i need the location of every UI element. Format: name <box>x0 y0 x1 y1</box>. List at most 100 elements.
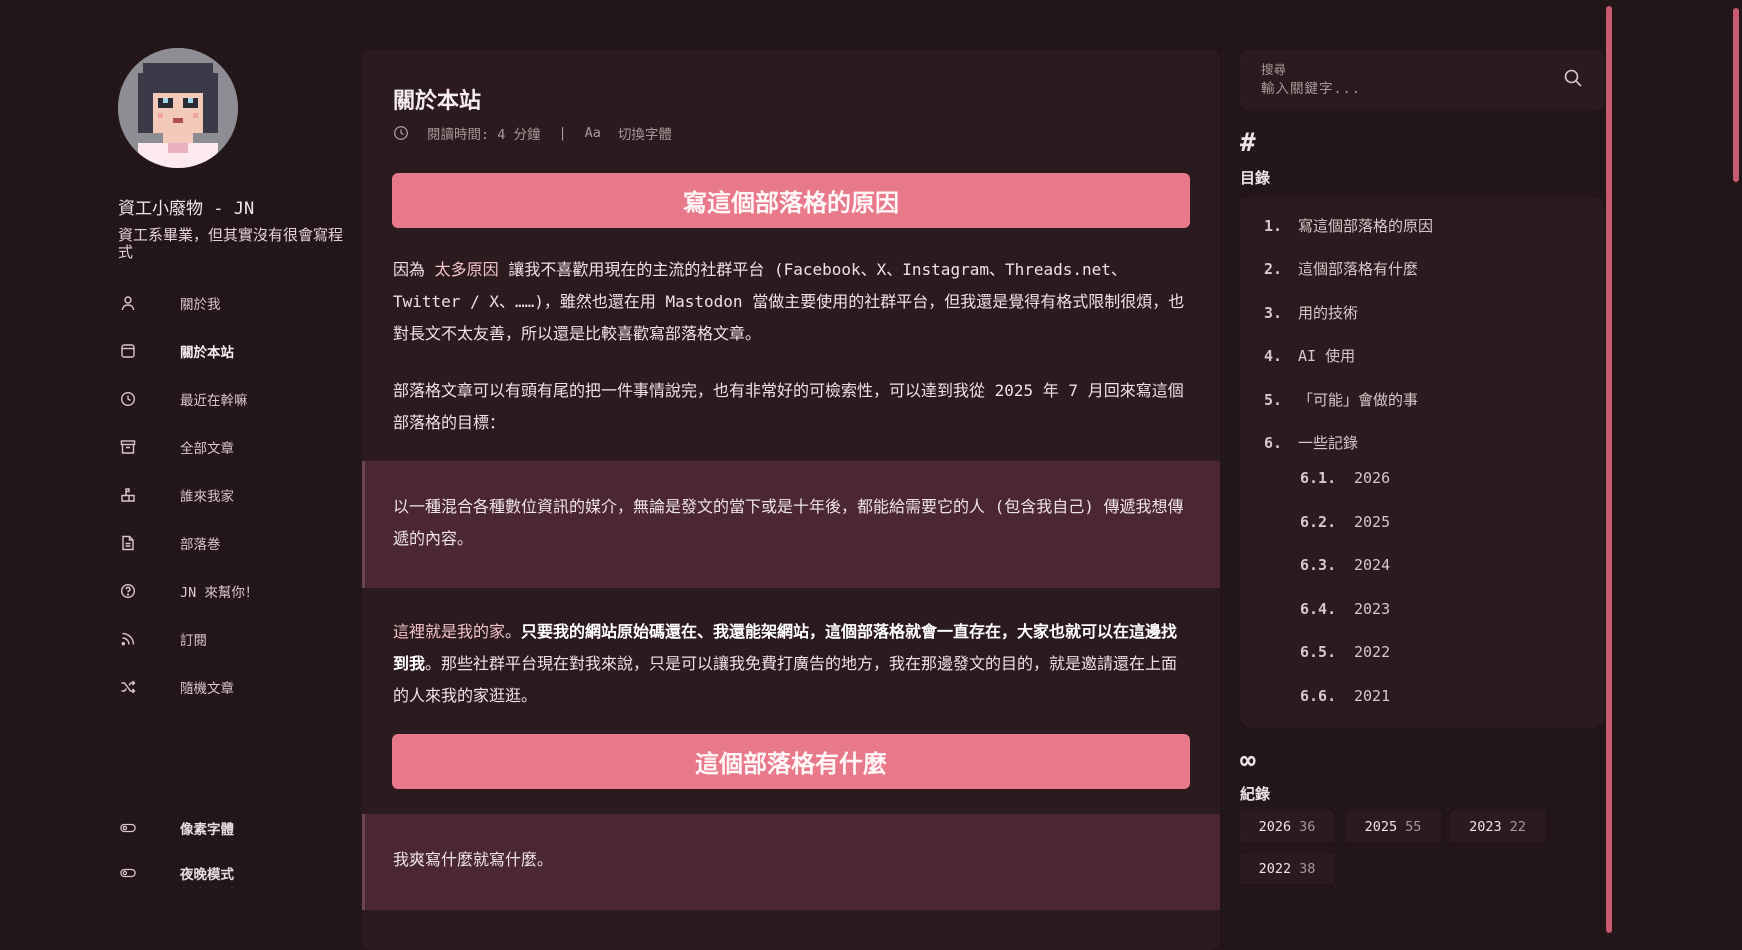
inline-link[interactable]: 這裡就是我的家 <box>393 622 505 641</box>
nav-item-all-posts[interactable]: 全部文章 <box>118 423 358 471</box>
toc-item[interactable]: 5. 「可能」會做的事 <box>1264 389 1418 410</box>
toc-label: 「可能」會做的事 <box>1298 391 1419 409</box>
left-sidebar: 資工小廢物 - JN 資工系畢業，但其實沒有很會寫程式 關於我 關於本站 最近在… <box>118 48 358 711</box>
toc-label: 2026 <box>1354 469 1391 487</box>
archive-year: 2022 <box>1258 860 1292 877</box>
toc-title: 目錄 <box>1240 169 1271 187</box>
nav-item-guestbook[interactable]: 誰來我家 <box>118 471 358 519</box>
archive-count: 38 <box>1299 860 1316 877</box>
nav-label: 訂閱 <box>180 633 207 649</box>
page-scrollbar[interactable] <box>1733 8 1739 182</box>
search-label: 搜尋 <box>1261 62 1287 77</box>
quote-text: 我爽寫什麼就寫什麼。 <box>393 850 554 869</box>
toc-num: 1. <box>1264 216 1283 235</box>
nav-item-about-me[interactable]: 關於我 <box>118 279 358 327</box>
archive-box-icon <box>120 439 136 455</box>
nav-label: 關於本站 <box>180 345 234 361</box>
toc-item[interactable]: 3. 用的技術 <box>1264 302 1358 323</box>
table-of-contents: 1. 寫這個部落格的原因 2. 這個部落格有什麼 3. 用的技術 4. AI 使用 5.… <box>1240 197 1604 727</box>
paragraph-text: 。那些社群平台現在對我來說，只是可以讓我免費打廣告的地方，我在那邊發文的目的，就… <box>393 654 1178 705</box>
font-switch-button[interactable]: 切換字體 <box>618 123 672 143</box>
archive-year-button[interactable]: 2025 55 <box>1345 811 1441 842</box>
archive-year: 2025 <box>1364 818 1398 835</box>
archive-year: 2023 <box>1469 818 1502 835</box>
search-box: 搜尋 <box>1240 50 1604 111</box>
blockquote: 以一種混合各種數位資訊的媒介，無論是發文的當下或是十年後，都能給需要它的人 (包… <box>362 461 1220 588</box>
document-icon <box>120 535 136 551</box>
section-heading: 寫這個部落格的原因 <box>392 173 1190 228</box>
font-switch-icon[interactable]: Aa <box>585 125 601 141</box>
nav-item-random-post[interactable]: 隨機文章 <box>118 663 358 711</box>
pixel-font-toggle[interactable]: 像素字體 <box>118 805 234 850</box>
toc-subitem[interactable]: 6.1. 2026 <box>1300 469 1390 487</box>
toc-label: 用的技術 <box>1298 304 1359 322</box>
reading-time: 閱讀時間: 4 分鐘 <box>427 127 541 143</box>
main-nav: 關於我 關於本站 最近在幹嘛 全部文章 誰來我家 部落巻 JN 來幫你！ 訂閱 <box>118 279 358 711</box>
nav-label: 隨機文章 <box>180 681 234 697</box>
paragraph: 這裡就是我的家。只要我的網站原始碼還在、我還能架網站，這個部落格就會一直存在，大… <box>393 622 1178 705</box>
toc-item[interactable]: 4. AI 使用 <box>1264 345 1355 366</box>
toc-label: 寫這個部落格的原因 <box>1298 217 1434 235</box>
toc-num: 5. <box>1264 390 1283 409</box>
nav-label: 關於我 <box>180 297 221 313</box>
toggle-icon <box>120 820 136 836</box>
toc-subitem[interactable]: 6.2. 2025 <box>1300 513 1390 531</box>
archive-year-button[interactable]: 2022 38 <box>1240 853 1334 884</box>
nav-item-subscribe[interactable]: 訂閱 <box>118 615 358 663</box>
mailbox-icon <box>120 487 136 503</box>
nav-item-recent[interactable]: 最近在幹嘛 <box>118 375 358 423</box>
toc-subitem[interactable]: 6.4. 2023 <box>1300 600 1390 618</box>
paragraph-text: 讓我不喜歡用現在的主流的社群平台 (Facebook、X、Instagram、T… <box>393 260 1185 343</box>
search-icon[interactable] <box>1563 68 1585 90</box>
nav-item-blogroll[interactable]: 部落巻 <box>118 519 358 567</box>
toc-num: 6.6. <box>1300 687 1337 705</box>
toc-item[interactable]: 6. 一些記錄 <box>1264 432 1358 453</box>
toc-label: 2021 <box>1354 687 1391 705</box>
toggle-label: 像素字體 <box>180 821 234 838</box>
toc-item[interactable]: 2. 這個部落格有什麼 <box>1264 258 1418 279</box>
dark-mode-toggle[interactable]: 夜晚模式 <box>118 850 234 895</box>
toggle-icon <box>120 865 136 881</box>
toc-num: 6.4. <box>1300 600 1337 618</box>
hash-icon: # <box>1240 128 1256 158</box>
search-input[interactable] <box>1261 78 1551 100</box>
nav-label: 誰來我家 <box>180 489 234 505</box>
browser-window-icon <box>120 343 136 359</box>
avatar[interactable] <box>118 48 238 168</box>
paragraph: 部落格文章可以有頭有尾的把一件事情說完，也有非常好的可檢索性，可以達到我從 20… <box>393 381 1184 432</box>
toc-num: 6.1. <box>1300 469 1337 487</box>
toggle-label: 夜晚模式 <box>180 866 234 883</box>
toc-subitem[interactable]: 6.3. 2024 <box>1300 556 1390 574</box>
archive-year-button[interactable]: 2026 36 <box>1240 811 1334 842</box>
nav-label: 全部文章 <box>180 441 234 457</box>
archive-year: 2026 <box>1258 818 1292 835</box>
nav-label: JN 來幫你！ <box>180 585 259 601</box>
archive-count: 36 <box>1299 818 1316 835</box>
toc-label: 一些記錄 <box>1298 434 1359 452</box>
archive-count: 55 <box>1405 818 1422 835</box>
sidebar-scrollbar[interactable] <box>1606 6 1612 933</box>
article-card: 關於本站 閱讀時間: 4 分鐘 | Aa 切換字體 寫這個部落格的原因 因為 太… <box>362 50 1220 950</box>
paragraph-text: 因為 <box>393 260 426 279</box>
inline-link[interactable]: 太多原因 <box>435 260 499 279</box>
nav-item-about-site[interactable]: 關於本站 <box>118 327 358 375</box>
toc-subitem[interactable]: 6.5. 2022 <box>1300 643 1390 661</box>
meta-divider: | <box>558 125 567 141</box>
toc-num: 6.2. <box>1300 513 1337 531</box>
toc-item[interactable]: 1. 寫這個部落格的原因 <box>1264 215 1433 236</box>
nav-label: 最近在幹嘛 <box>180 393 248 409</box>
toc-num: 6.5. <box>1300 643 1337 661</box>
site-title[interactable]: 資工小廢物 - JN <box>118 194 358 219</box>
toc-label: 2022 <box>1354 643 1391 661</box>
archives-title: 紀錄 <box>1240 785 1271 803</box>
archive-count: 22 <box>1509 818 1526 835</box>
toc-label: 這個部落格有什麼 <box>1298 260 1419 278</box>
archive-year-button[interactable]: 2023 22 <box>1450 811 1545 842</box>
infinity-icon: ∞ <box>1240 746 1256 776</box>
nav-item-help[interactable]: JN 來幫你！ <box>118 567 358 615</box>
toc-label: AI 使用 <box>1298 347 1356 365</box>
toc-subitem[interactable]: 6.6. 2021 <box>1300 687 1390 705</box>
toc-num: 2. <box>1264 259 1283 278</box>
shuffle-icon <box>120 679 136 695</box>
user-icon <box>120 295 136 311</box>
